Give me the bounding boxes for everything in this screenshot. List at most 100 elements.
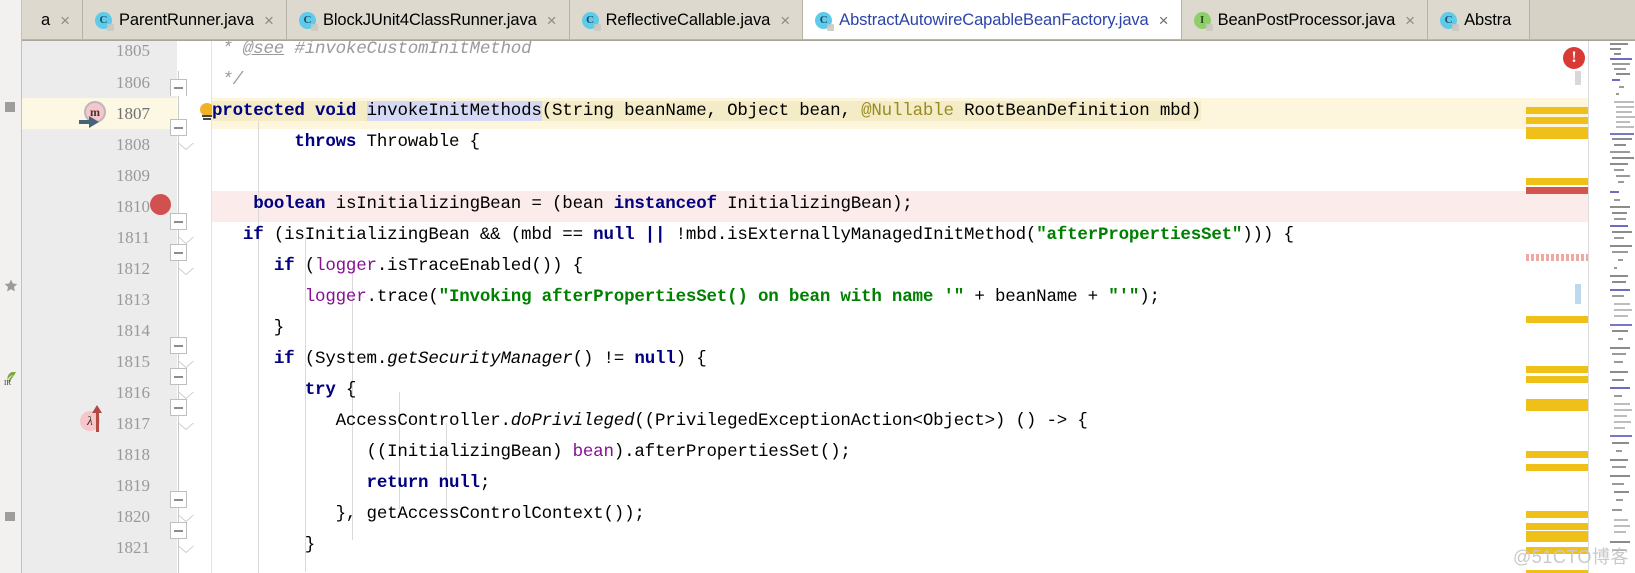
- code-text-area[interactable]: * @see #invokeCustomInitMethod */ protec…: [212, 41, 1580, 573]
- warning-stripe[interactable]: [1526, 316, 1588, 323]
- line-number: 1808: [116, 135, 150, 154]
- minimap-line: [1616, 126, 1634, 128]
- warning-stripe[interactable]: [1526, 366, 1588, 373]
- code-line-1807: protected void invokeInitMethods(String …: [212, 101, 1202, 121]
- close-icon[interactable]: ×: [1403, 12, 1417, 29]
- minimap-divider: [1588, 41, 1589, 573]
- code-line-1805: * @see #invokeCustomInitMethod: [212, 41, 532, 59]
- scrollbar-thumb[interactable]: [1575, 71, 1581, 85]
- fold-end-arrow-icon: [178, 546, 195, 553]
- line-number: 1814: [116, 321, 150, 340]
- run-to-cursor-arrow-head-icon[interactable]: [89, 116, 99, 128]
- code-line-1812: if (logger.isTraceEnabled()) {: [273, 256, 583, 276]
- warning-stripe[interactable]: [1526, 523, 1588, 530]
- fold-marker[interactable]: [170, 399, 187, 416]
- minimap-line: [1614, 169, 1624, 171]
- minimap-line: [1610, 541, 1630, 543]
- line-number: 1810: [116, 197, 150, 216]
- editor-tab-blockjunit4classrunner[interactable]: C BlockJUnit4ClassRunner.java ×: [286, 0, 570, 39]
- fold-marker[interactable]: [170, 213, 187, 230]
- minimap-line: [1612, 466, 1626, 468]
- left-tool-strip: 1: Project 2: Favorites 7: Structure IR: [0, 0, 22, 573]
- minimap-line: [1614, 68, 1626, 70]
- caret-position-marker[interactable]: [1575, 284, 1581, 304]
- minimap-line: [1610, 371, 1628, 373]
- breakpoint-icon[interactable]: [150, 194, 171, 215]
- svg-text:IR: IR: [4, 379, 11, 386]
- warning-stripe[interactable]: [1526, 376, 1588, 383]
- sidebar-item-structure[interactable]: 7: Structure: [0, 0, 21, 22]
- fold-marker[interactable]: [170, 79, 187, 96]
- editor-tab-abstractautowirecapablebeanfactory[interactable]: C AbstractAutowireCapableBeanFactory.jav…: [803, 0, 1182, 39]
- minimap-line: [1612, 330, 1628, 332]
- editor-tab-parentrunner[interactable]: C ParentRunner.java ×: [83, 0, 287, 39]
- minimap-line: [1610, 191, 1619, 193]
- close-icon[interactable]: ×: [778, 12, 792, 29]
- minimap-line: [1610, 48, 1621, 50]
- editor-tab-beanpostprocessor[interactable]: I BeanPostProcessor.java ×: [1181, 0, 1429, 39]
- minimap-line: [1612, 549, 1626, 551]
- minimap-line: [1612, 509, 1622, 511]
- fold-marker[interactable]: [170, 491, 187, 508]
- close-icon[interactable]: ×: [58, 12, 72, 29]
- minimap-line: [1616, 73, 1630, 75]
- editor-tab-0-label: a: [41, 10, 51, 29]
- code-minimap[interactable]: [1588, 41, 1635, 573]
- warning-stripe[interactable]: [1526, 399, 1588, 411]
- minimap-line: [1614, 144, 1626, 146]
- editor-tab-reflectivecallable[interactable]: C ReflectiveCallable.java ×: [569, 0, 804, 39]
- warning-stripe[interactable]: [1526, 127, 1588, 139]
- code-line-1814: }: [212, 318, 285, 338]
- minimap-line: [1616, 499, 1623, 501]
- warning-stripe[interactable]: [1526, 531, 1588, 538]
- close-icon[interactable]: ×: [545, 12, 559, 29]
- code-line-1813: logger.trace("Invoking afterPropertiesSe…: [304, 287, 1160, 307]
- code-line-1817: AccessController.doPrivileged((Privilege…: [212, 411, 1088, 431]
- minimap-line: [1610, 387, 1630, 389]
- line-number: 1815: [116, 352, 150, 371]
- line-number: 1805: [116, 41, 150, 60]
- warning-stripe[interactable]: [1526, 178, 1588, 185]
- minimap-line: [1612, 63, 1630, 65]
- minimap-line: [1612, 212, 1627, 214]
- minimap-line: [1614, 237, 1624, 239]
- minimap-line: [1612, 79, 1620, 81]
- warning-stripe[interactable]: [1526, 117, 1588, 124]
- run-to-cursor-arrow-icon[interactable]: [79, 120, 89, 124]
- warning-stripe[interactable]: [1526, 107, 1588, 114]
- warning-stripe[interactable]: [1526, 451, 1588, 458]
- minimap-line: [1616, 93, 1619, 95]
- fold-marker[interactable]: [170, 337, 187, 354]
- minimap-line: [1619, 86, 1624, 88]
- editor-tab-6[interactable]: C Abstra: [1428, 0, 1531, 39]
- minimap-line: [1610, 163, 1628, 165]
- fold-end-arrow-icon: [178, 423, 195, 430]
- minimap-line: [1610, 275, 1628, 277]
- fold-marker[interactable]: [170, 119, 187, 136]
- fold-marker[interactable]: [170, 368, 187, 385]
- code-editor[interactable]: 1805 1806 1807 1808 1809 1810 1811 1812 …: [22, 41, 1635, 573]
- warning-stripe[interactable]: [1526, 547, 1588, 554]
- minimap-line: [1612, 295, 1624, 297]
- close-icon[interactable]: ×: [1157, 12, 1171, 29]
- fold-marker[interactable]: [170, 244, 187, 261]
- code-line-1820: }, getAccessControlContext());: [212, 504, 645, 524]
- minimap-line: [1614, 199, 1620, 201]
- editor-tab-0[interactable]: a ×: [22, 0, 84, 39]
- error-badge-icon[interactable]: !: [1563, 47, 1585, 69]
- editor-tab-parentrunner-label: ParentRunner.java: [119, 10, 254, 29]
- line-number: 1812: [116, 259, 150, 278]
- breakpoint-stripe[interactable]: [1526, 254, 1588, 261]
- class-icon: C: [581, 11, 601, 31]
- close-icon[interactable]: ×: [262, 12, 276, 29]
- warning-stripe[interactable]: [1526, 511, 1588, 518]
- minimap-line: [1612, 442, 1629, 444]
- minimap-line: [1610, 133, 1634, 135]
- error-stripe[interactable]: [1526, 187, 1588, 194]
- fold-marker[interactable]: [170, 522, 187, 539]
- warning-stripe[interactable]: [1526, 464, 1588, 471]
- line-number: 1818: [116, 445, 150, 464]
- overriding-method-up-arrow-icon[interactable]: [92, 405, 102, 432]
- interface-icon: I: [1193, 11, 1213, 31]
- code-line-1816: try {: [304, 380, 357, 400]
